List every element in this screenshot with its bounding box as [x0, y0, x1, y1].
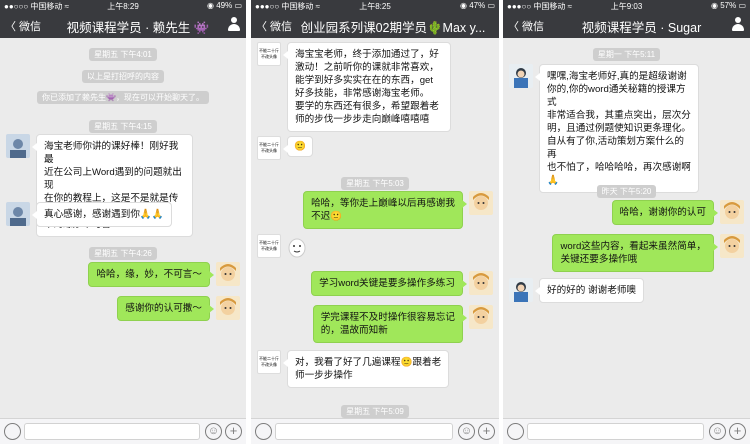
- system-message: 你已添加了赖先生👾，现在可以开始聊天了。: [0, 87, 246, 105]
- my-avatar[interactable]: [216, 296, 240, 320]
- plus-icon[interactable]: +: [478, 423, 495, 440]
- system-message: 以上是打招呼的内容: [0, 66, 246, 84]
- user-icon[interactable]: [731, 17, 745, 32]
- chat-title: 视频课程学员 · Sugar: [581, 21, 702, 35]
- my-avatar[interactable]: [720, 234, 744, 258]
- voice-icon[interactable]: [507, 423, 524, 440]
- timestamp: 星期五 下午4:26: [0, 243, 246, 261]
- user-icon[interactable]: [227, 17, 241, 32]
- chat-screen-1: ●●○○○ 中国移动 ≈ 上午8:29 ◉ 49% ▭ 〈 微信 视频课程学员 …: [0, 0, 246, 444]
- contact-avatar[interactable]: 不能二十斤 不改头像: [257, 136, 281, 160]
- plus-icon[interactable]: +: [729, 423, 746, 440]
- chat-title: 视频课程学员 · 赖先生 👾: [66, 21, 210, 35]
- back-button[interactable]: 〈 微信: [508, 18, 544, 34]
- message-bubble[interactable]: 海宝宝老师，终于添加通过了，好 激动！之前听你的课就非常喜欢， 能学到好多实实在…: [283, 42, 451, 132]
- input-bar: ☺ +: [503, 418, 750, 444]
- chat-area: 不能二十斤 不改头像 海宝宝老师，终于添加通过了，好 激动！之前听你的课就非常喜欢…: [251, 38, 499, 418]
- chat-screen-3: ●●●○○ 中国移动 ≈ 上午9:03 ◉ 57% ▭ 〈 微信 视频课程学员 …: [503, 0, 750, 444]
- timestamp: 星期五 下午5:03: [251, 173, 499, 191]
- chat-area: 星期五 下午4:01 以上是打招呼的内容 你已添加了赖先生👾，现在可以开始聊天了…: [0, 38, 246, 418]
- my-avatar[interactable]: [720, 200, 744, 224]
- message-input[interactable]: [275, 423, 453, 440]
- message-bubble[interactable]: word这些内容，看起来虽然简单， 关键还要多操作哦: [552, 234, 718, 272]
- timestamp: 星期五 下午4:01: [0, 44, 246, 62]
- voice-icon[interactable]: [4, 423, 21, 440]
- contact-avatar[interactable]: [6, 134, 30, 158]
- message-bubble[interactable]: 学完课程不及时操作很容易忘记 的，温故而知新: [312, 305, 468, 343]
- message-bubble[interactable]: 学习word关键是要多操作多练习: [311, 271, 467, 296]
- message-bubble[interactable]: 🙂: [283, 136, 313, 157]
- contact-avatar[interactable]: 不能二十斤 不改头像: [257, 234, 281, 258]
- message-bubble[interactable]: 对，我看了好了几遍课程🙂跟着老 师一步步操作: [282, 350, 450, 388]
- message-bubble[interactable]: 好的好的 谢谢老师噢: [534, 278, 645, 303]
- battery-label: ◉ 47% ▭: [460, 1, 495, 10]
- timestamp: 昨天 下午5:20: [503, 181, 750, 199]
- nav-bar: 〈 微信 创业园系列课02期学员🌵Max y...: [251, 12, 499, 38]
- back-button[interactable]: 〈 微信: [5, 18, 41, 34]
- battery-label: ◉ 57% ▭: [711, 1, 746, 10]
- message-input[interactable]: [24, 423, 200, 440]
- input-bar: ☺ +: [251, 418, 499, 444]
- my-avatar[interactable]: [469, 191, 493, 215]
- input-bar: ☺ +: [0, 418, 246, 444]
- my-avatar[interactable]: [469, 305, 493, 329]
- emoji-icon[interactable]: ☺: [458, 423, 475, 440]
- contact-avatar[interactable]: [509, 64, 533, 88]
- voice-icon[interactable]: [255, 423, 272, 440]
- back-button[interactable]: 〈 微信: [256, 18, 292, 34]
- contact-avatar[interactable]: 不能二十斤 不改头像: [257, 42, 281, 66]
- message-bubble[interactable]: 哈哈，谢谢你的认可: [611, 200, 719, 225]
- status-bar: ●●○○○ 中国移动 ≈ 上午8:29 ◉ 49% ▭: [0, 0, 246, 12]
- timestamp: 星期一 下午5:11: [503, 44, 750, 62]
- status-bar: ●●●○○ 中国移动 ≈ 上午8:25 ◉ 47% ▭: [251, 0, 499, 12]
- battery-label: ◉ 49% ▭: [207, 1, 242, 10]
- sticker-image[interactable]: [287, 234, 307, 258]
- message-bubble[interactable]: 感谢你的认可撒～: [117, 296, 214, 321]
- message-input[interactable]: [527, 423, 704, 440]
- message-bubble[interactable]: 嘿嘿,海宝老师好,真的是超级谢谢 你的,你的word通关秘籍的授课方式 非常适合…: [535, 64, 699, 193]
- status-bar: ●●●○○ 中国移动 ≈ 上午9:03 ◉ 57% ▭: [503, 0, 750, 12]
- chat-area: 星期一 下午5:11 嘿嘿,海宝老师好,真的是超级谢谢 你的,你的word通关秘…: [503, 38, 750, 418]
- contact-avatar[interactable]: [509, 278, 533, 302]
- chat-title: 创业园系列课02期学员🌵Max y...: [300, 21, 486, 35]
- timestamp: 星期五 下午4:15: [0, 116, 246, 134]
- nav-bar: 〈 微信 视频课程学员 · 赖先生 👾: [0, 12, 246, 38]
- my-avatar[interactable]: [216, 262, 240, 286]
- plus-icon[interactable]: +: [225, 423, 242, 440]
- contact-avatar[interactable]: 不能二十斤 不改头像: [257, 350, 281, 374]
- message-bubble[interactable]: 哈哈，等你走上巅峰以后再感谢我 不迟🙂: [303, 191, 467, 229]
- nav-bar: 〈 微信 视频课程学员 · Sugar: [503, 12, 750, 38]
- emoji-icon[interactable]: ☺: [205, 423, 222, 440]
- chat-screen-2: ●●●○○ 中国移动 ≈ 上午8:25 ◉ 47% ▭ 〈 微信 创业园系列课0…: [251, 0, 499, 444]
- message-bubble[interactable]: 真心感谢，感谢遇到你🙏🙏: [32, 202, 172, 227]
- timestamp: 星期五 下午5:09: [251, 401, 499, 419]
- contact-avatar[interactable]: [6, 202, 30, 226]
- message-bubble[interactable]: 哈哈，缘，妙，不可言～: [88, 262, 214, 287]
- emoji-icon[interactable]: ☺: [709, 423, 726, 440]
- my-avatar[interactable]: [469, 271, 493, 295]
